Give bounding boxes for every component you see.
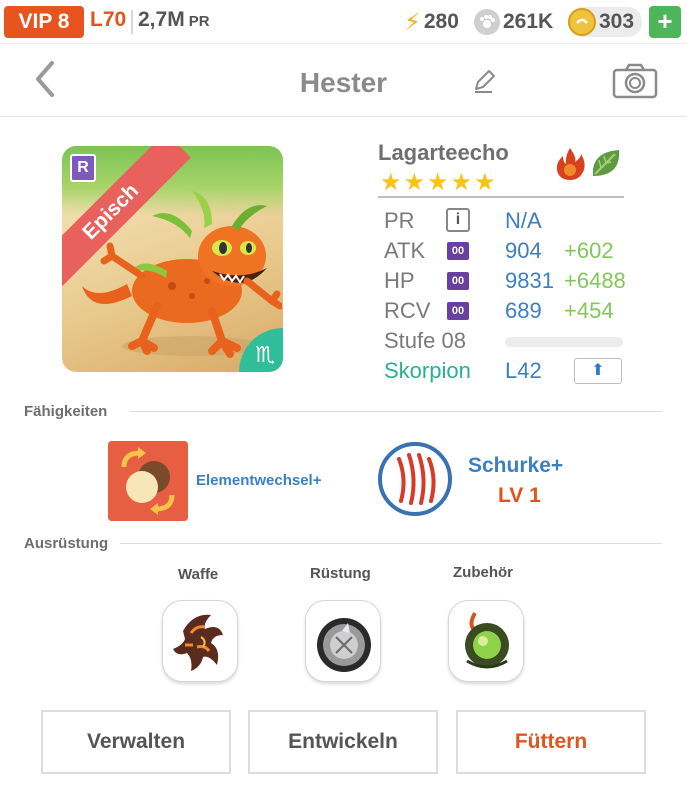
monster-portrait[interactable]: Episch R ♏ bbox=[62, 146, 283, 372]
stat-badge-rcv: 00 bbox=[447, 302, 469, 320]
skills-section-title: Fähigkeiten bbox=[24, 403, 108, 420]
stat-row-pr: PR i N/A bbox=[384, 206, 629, 236]
manage-button[interactable]: Verwalten bbox=[41, 710, 231, 774]
camera-icon bbox=[612, 63, 658, 99]
feed-button[interactable]: Füttern bbox=[456, 710, 646, 774]
star-rating: ★★★★★ bbox=[380, 169, 498, 196]
camera-button[interactable] bbox=[612, 63, 658, 99]
edit-name-button[interactable] bbox=[470, 67, 498, 95]
evolve-button[interactable]: Entwickeln bbox=[248, 710, 438, 774]
fire-element-icon bbox=[556, 148, 585, 180]
stat-row-rcv: RCV 00 689 +454 bbox=[384, 296, 629, 326]
lightning-icon: ⚡ bbox=[404, 8, 421, 36]
monster-species-name: Lagarteecho bbox=[378, 140, 509, 165]
swap-icon bbox=[108, 441, 188, 521]
stat-bonus-atk: +602 bbox=[564, 238, 614, 263]
armor-label: Rüstung bbox=[310, 565, 371, 582]
pencil-icon bbox=[475, 70, 495, 93]
energy-value: 280 bbox=[423, 10, 459, 33]
skills-divider bbox=[130, 411, 662, 412]
coin-icon bbox=[568, 8, 596, 36]
energy-counter[interactable]: ⚡ 280 bbox=[404, 6, 459, 38]
level-label: Stufe 08 bbox=[384, 328, 466, 353]
divider bbox=[131, 10, 133, 34]
info-icon[interactable]: i bbox=[446, 208, 470, 232]
claw-weapon-icon bbox=[173, 614, 223, 671]
weapon-slot[interactable] bbox=[162, 600, 238, 682]
player-level: L70 bbox=[90, 8, 127, 31]
paw-icon bbox=[474, 9, 500, 35]
stat-label-pr: PR bbox=[384, 208, 415, 233]
paw-value: 261K bbox=[503, 10, 554, 33]
shield-armor-icon bbox=[317, 618, 371, 672]
stat-label-atk: ATK bbox=[384, 238, 426, 263]
stat-bonus-rcv: +454 bbox=[564, 298, 614, 323]
page-header: Hester bbox=[0, 45, 687, 117]
skill-2-name[interactable]: Schurke+ bbox=[468, 454, 563, 478]
stat-badge-hp: 00 bbox=[447, 272, 469, 290]
stat-value-atk: 904 bbox=[505, 238, 542, 263]
stat-bonus-hp: +6488 bbox=[564, 268, 626, 293]
green-orb-accessory-icon bbox=[465, 612, 509, 669]
coin-counter[interactable]: 303 bbox=[568, 6, 643, 38]
page-title: Hester bbox=[299, 67, 388, 98]
sign-upgrade-button[interactable]: ⬆ bbox=[574, 358, 622, 384]
equipment-divider bbox=[120, 543, 662, 544]
accessory-slot[interactable] bbox=[448, 600, 524, 682]
claw-marks-icon bbox=[378, 442, 452, 516]
leaf-element-icon bbox=[592, 150, 620, 176]
accessory-label: Zubehör bbox=[453, 564, 513, 581]
stat-row-sign: Skorpion L42 ⬆ bbox=[384, 356, 629, 386]
skill-1-name[interactable]: Elementwechsel+ bbox=[196, 472, 321, 489]
add-currency-button[interactable]: + bbox=[649, 6, 681, 38]
stat-label-hp: HP bbox=[384, 268, 415, 293]
rank-badge: R bbox=[70, 154, 96, 182]
zodiac-sign-level: L42 bbox=[505, 358, 542, 383]
arrow-up-icon: ⬆ bbox=[591, 362, 605, 379]
skill-2-level: LV 1 bbox=[498, 484, 541, 507]
stat-value-hp: 9831 bbox=[505, 268, 554, 293]
stats-divider bbox=[378, 196, 624, 198]
stat-row-level: Stufe 08 bbox=[384, 326, 629, 356]
armor-slot[interactable] bbox=[305, 600, 381, 682]
power-rating: 2,7M PR bbox=[138, 8, 210, 32]
paw-counter[interactable]: 261K bbox=[474, 6, 553, 38]
status-bar: VIP 8 L70 2,7M PR ⚡ 280 261K 303 + bbox=[0, 0, 687, 44]
skill-element-switch-icon[interactable] bbox=[108, 441, 188, 521]
coin-value: 303 bbox=[599, 10, 635, 33]
stat-value-rcv: 689 bbox=[505, 298, 542, 323]
skill-rogue-icon[interactable] bbox=[377, 441, 453, 517]
power-rating-value: 2,7M bbox=[138, 8, 185, 31]
weapon-label: Waffe bbox=[178, 566, 219, 583]
power-rating-unit: PR bbox=[188, 13, 210, 30]
stat-row-hp: HP 00 9831 +6488 bbox=[384, 266, 629, 296]
level-progress-bar bbox=[505, 337, 623, 347]
zodiac-sign-name: Skorpion bbox=[384, 358, 471, 383]
stat-badge-atk: 00 bbox=[447, 242, 469, 260]
stat-label-rcv: RCV bbox=[384, 298, 431, 323]
vip-badge[interactable]: VIP 8 bbox=[4, 6, 84, 38]
stat-value-pr: N/A bbox=[505, 208, 542, 233]
equipment-section-title: Ausrüstung bbox=[24, 535, 109, 552]
stat-row-atk: ATK 00 904 +602 bbox=[384, 236, 629, 266]
